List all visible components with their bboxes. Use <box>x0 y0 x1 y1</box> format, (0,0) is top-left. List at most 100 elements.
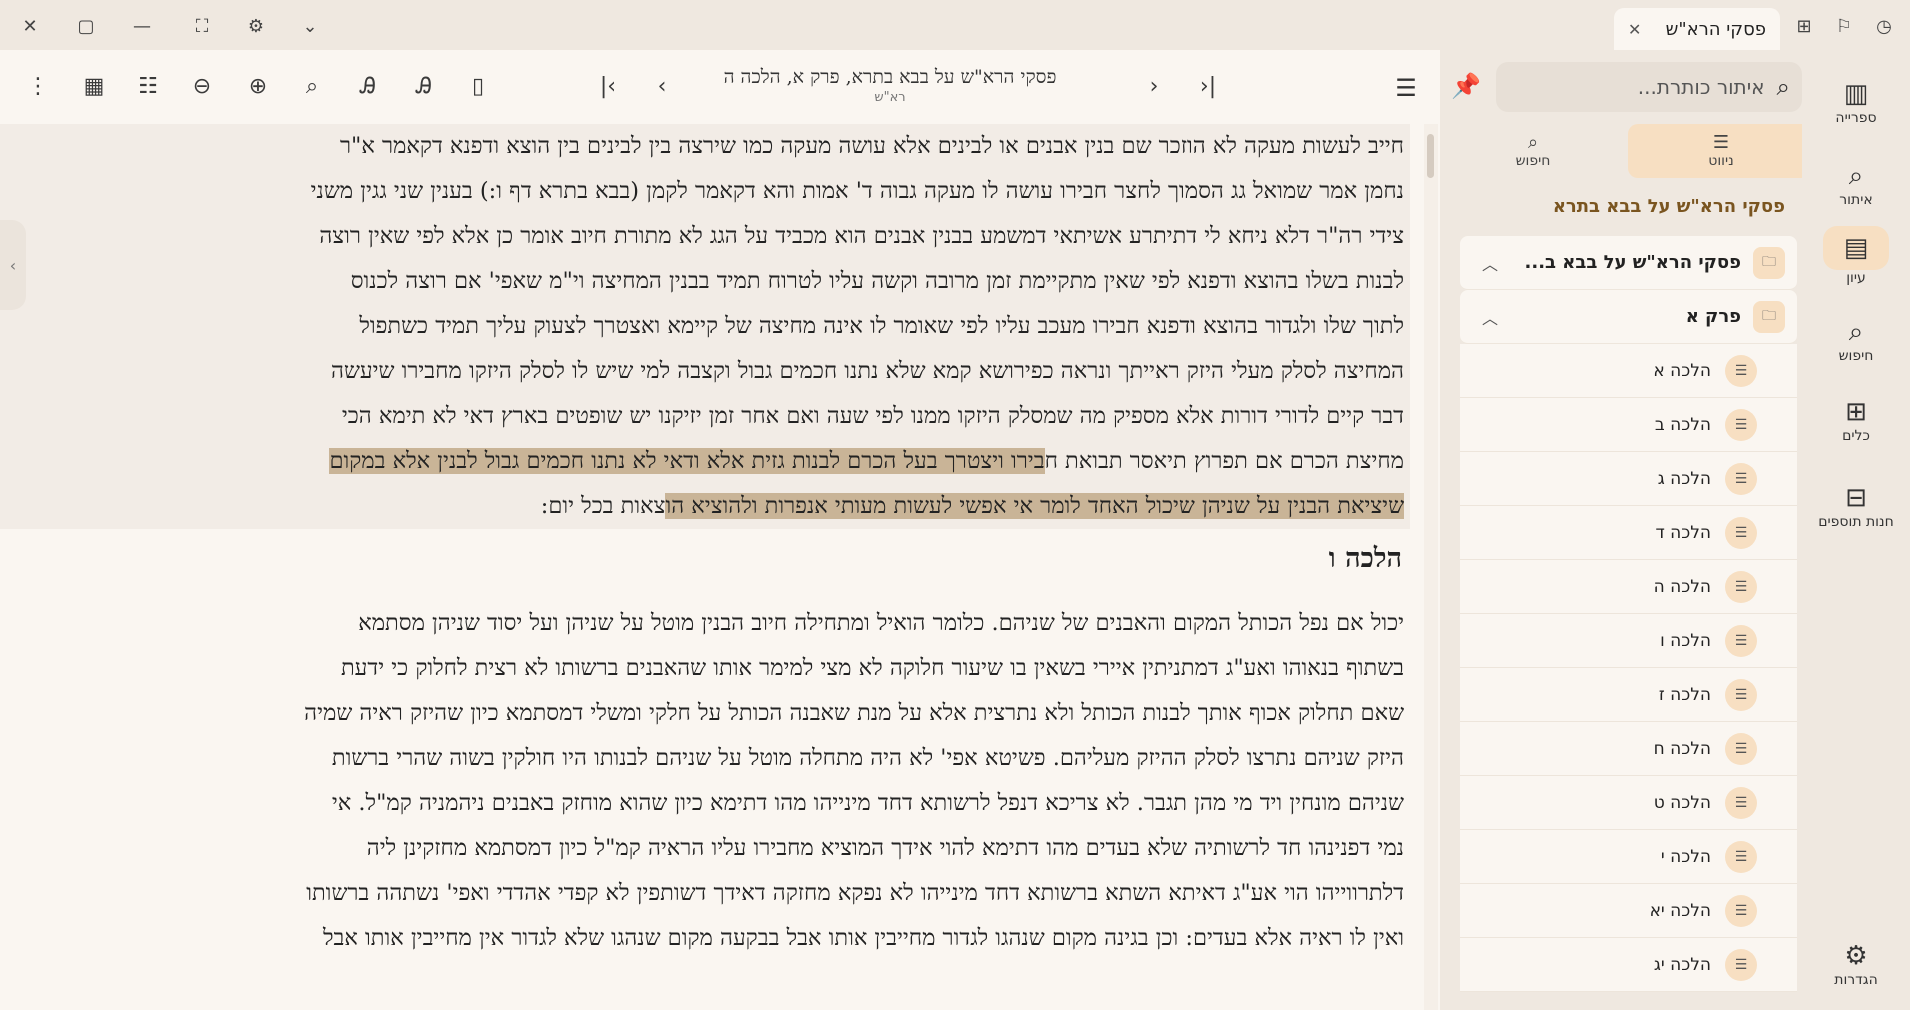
chevron-up-icon[interactable]: ︿ <box>1472 251 1508 275</box>
toc-item-label: הלכה ג <box>1657 468 1711 489</box>
text-line: ואין לו ראיה אלא בעדים: וכן בגינה מקום ש… <box>323 925 1404 951</box>
add-commentary-icon[interactable]: ▦ <box>76 68 112 104</box>
text-line: דלתרווייהו הוי אע"ג דאיתא השתא ברשותא דח… <box>306 880 1404 906</box>
toc-item-label: הלכה א <box>1653 360 1711 381</box>
gear-icon: ⚙ <box>1844 941 1868 971</box>
folder-icon: 🗀 <box>1753 246 1785 279</box>
toc-item[interactable]: ☰ הלכה יג <box>1460 938 1797 992</box>
settings-icon[interactable]: ⚙ <box>240 10 272 42</box>
tab-pisqei-harosh[interactable]: פסקי הרא"ש ✕ <box>1614 8 1780 50</box>
text-line: דבר קיים לדורי דורות אלא מספיק מה שמסלק … <box>341 403 1404 429</box>
toc-item[interactable]: ☰ הלכה ו <box>1460 614 1797 668</box>
content-scrollbar[interactable] <box>1424 124 1438 1010</box>
document-title: פסקי הרא"ש על בבא בתרא, פרק א, הלכה ה <box>723 66 1057 88</box>
close-window-icon[interactable]: ✕ <box>14 10 46 42</box>
toc-item-label: הלכה י <box>1660 846 1711 867</box>
chevron-up-icon[interactable]: ︿ <box>1472 305 1508 329</box>
list-icon: ☰ <box>1725 894 1757 927</box>
toc-item[interactable]: ☰ הלכה ה <box>1460 560 1797 614</box>
history-icon[interactable]: ◷ <box>1868 10 1900 42</box>
text-line: חייב לעשות מעקה לא הוזכר שם בנין אבנים א… <box>339 133 1404 159</box>
rail-label: עיון <box>1846 270 1866 286</box>
tab-navigation[interactable]: ☰ ניווט <box>1628 124 1814 178</box>
text-line: היזק שניהם נתרצו לסלק ההיזק מעליהם. פשיט… <box>331 745 1404 771</box>
toc-tree: 🗀 פסקי הרא"ש על בבא ב... ︿ 🗀 פרק א ︿ ☰ הל… <box>1460 236 1797 992</box>
text-line: נמי דפנינהו חד לרשותיה שלא בעדים מהו דתי… <box>366 835 1404 861</box>
library-icon: ▥ <box>1843 79 1869 109</box>
rail-label: חיפוש <box>1838 348 1874 364</box>
list-icon: ☰ <box>1712 132 1730 153</box>
columns-icon[interactable]: ☷ <box>130 68 166 104</box>
fullscreen-icon[interactable]: ⛶ <box>186 10 218 42</box>
tab-search[interactable]: ⌕ חיפוש <box>1440 124 1626 178</box>
rail-find[interactable]: ⌕ איתור <box>1810 146 1902 222</box>
reader-content[interactable]: חייב לעשות מעקה לא הוזכר שם בנין אבנים א… <box>0 124 1410 1010</box>
list-icon: ☰ <box>1725 840 1757 873</box>
zoom-out-icon[interactable]: ⊖ <box>184 68 220 104</box>
minimize-window-icon[interactable]: — <box>126 10 158 42</box>
halacha-heading: הלכה ו <box>1328 543 1402 574</box>
find-book-icon: ⌕ <box>1848 161 1864 191</box>
toc-item-label: הלכה ד <box>1655 522 1711 543</box>
toc-toggle-icon[interactable]: ☰ <box>1390 72 1422 104</box>
taamim-toggle-icon[interactable]: Ꭿ <box>406 68 442 104</box>
collapse-handle[interactable]: ‹ <box>0 220 26 310</box>
new-tab-icon[interactable]: ⊞ <box>1788 10 1820 42</box>
chevron-down-icon[interactable]: ⌄ <box>294 10 326 42</box>
bookmark-icon[interactable]: ⚐ <box>1828 10 1860 42</box>
rail-reading[interactable]: ▤ עיון <box>1810 218 1902 294</box>
maximize-window-icon[interactable]: ▢ <box>70 10 102 42</box>
toc-item-label: הלכה יג <box>1653 954 1711 975</box>
more-options-icon[interactable]: ⋮ <box>20 68 56 104</box>
rail-tools[interactable]: ⊞ כלים <box>1810 382 1902 458</box>
search-icon[interactable]: ⌕ <box>294 68 330 104</box>
list-icon: ☰ <box>1725 948 1757 981</box>
rail-label: הגדרות <box>1834 972 1878 988</box>
title-bar: ✕ ▢ — ⛶ ⚙ ⌄ פסקי הרא"ש ✕ ⊞ ⚐ ◷ <box>0 0 1910 50</box>
last-page-icon[interactable]: ›| <box>1190 68 1226 104</box>
tree-node-book[interactable]: 🗀 פסקי הרא"ש על בבא ב... ︿ <box>1460 236 1797 290</box>
text-line: יכול אם נפל הכותל המקום והאבנים של שניהם… <box>358 610 1404 636</box>
nikud-toggle-icon[interactable]: Ꭿ <box>350 68 386 104</box>
folder-icon: 🗀 <box>1753 300 1785 333</box>
rail-plugin-store[interactable]: ⊟ חנות תוספים <box>1810 468 1902 544</box>
toc-item-label: הלכה יא <box>1649 900 1711 921</box>
tree-node-chapter[interactable]: 🗀 פרק א ︿ <box>1460 290 1797 344</box>
toc-item[interactable]: ☰ הלכה ד <box>1460 506 1797 560</box>
zoom-in-icon[interactable]: ⊕ <box>240 68 276 104</box>
paragraph-halacha-ה[interactable]: חייב לעשות מעקה לא הוזכר שם בנין אבנים א… <box>0 124 1410 529</box>
text-line: בשתוף בנאוהו ואע"ג דמתניתין איירי בשאין … <box>340 655 1404 681</box>
paragraph-halacha-ו[interactable]: יכול אם נפל הכותל המקום והאבנים של שניהם… <box>0 601 1410 961</box>
text-selection: שיציאת הבנין על שניהן שיכול האחד לומר אי… <box>665 493 1404 519</box>
scrollbar-thumb[interactable] <box>1427 134 1434 178</box>
text-line: לבנות בשלו בהוצא ודפנא לפי שאין מתקיימת … <box>350 268 1404 294</box>
split-view-icon[interactable]: ▯ <box>460 68 496 104</box>
rail-library[interactable]: ▥ ספרייה <box>1810 64 1902 140</box>
toc-item[interactable]: ☰ הלכה ט <box>1460 776 1797 830</box>
search-placeholder: איתור כותרת... <box>1637 75 1765 99</box>
app-rail: ▥ ספרייה ⌕ איתור ▤ עיון ⌕ חיפוש ⊞ כלים ⊟… <box>1802 50 1910 1010</box>
rail-settings[interactable]: ⚙ הגדרות <box>1810 926 1902 1002</box>
title-search-input[interactable]: ⌕ איתור כותרת... <box>1496 62 1802 112</box>
tab-label: פסקי הרא"ש <box>1665 18 1766 40</box>
toc-item[interactable]: ☰ הלכה י <box>1460 830 1797 884</box>
text-line: לתוך שלו ולגדור בהוצא ודפנא חבירו מעכב ע… <box>359 313 1404 339</box>
text-line: נחמן אמר שמואל גג הסמוך לחצר חבירו עושה … <box>310 178 1404 204</box>
toc-item[interactable]: ☰ הלכה א <box>1460 344 1797 398</box>
toc-item-label: הלכה ט <box>1653 792 1711 813</box>
pin-icon[interactable]: 📌 <box>1450 70 1482 102</box>
toc-item-label: הלכה ו <box>1660 630 1711 651</box>
toc-item[interactable]: ☰ הלכה יא <box>1460 884 1797 938</box>
book-open-icon: ▤ <box>1823 226 1889 270</box>
toc-item[interactable]: ☰ הלכה ח <box>1460 722 1797 776</box>
toc-item[interactable]: ☰ הלכה ב <box>1460 398 1797 452</box>
toc-item[interactable]: ☰ הלכה ז <box>1460 668 1797 722</box>
tab-close-icon[interactable]: ✕ <box>1628 20 1641 39</box>
toc-item-label: הלכה ה <box>1653 576 1711 597</box>
node-label: פסקי הרא"ש על בבא ב... <box>1524 252 1741 273</box>
list-icon: ☰ <box>1725 408 1757 441</box>
text-selection: בירו ויצטרך בעל הכרם לבנות גזית אלא ודאי… <box>329 448 1045 474</box>
toc-item[interactable]: ☰ הלכה ג <box>1460 452 1797 506</box>
rail-search[interactable]: ⌕ חיפוש <box>1810 302 1902 378</box>
list-icon: ☰ <box>1725 786 1757 819</box>
